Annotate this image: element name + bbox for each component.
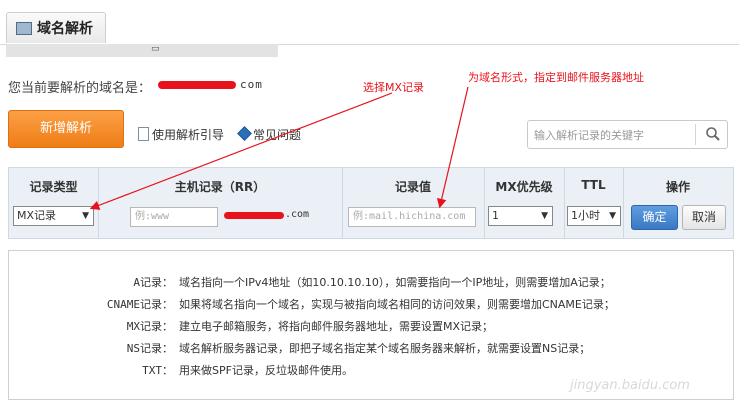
watermark: jingyan.baidu.com	[570, 378, 690, 393]
annotation-domain-form: 为域名形式，指定到邮件服务器地址	[468, 71, 644, 84]
arrow-to-record-type	[89, 92, 393, 210]
arrow-to-record-value	[436, 86, 469, 209]
annotation-select-mx: 选择MX记录	[363, 81, 425, 94]
annotation-arrows	[89, 86, 469, 210]
